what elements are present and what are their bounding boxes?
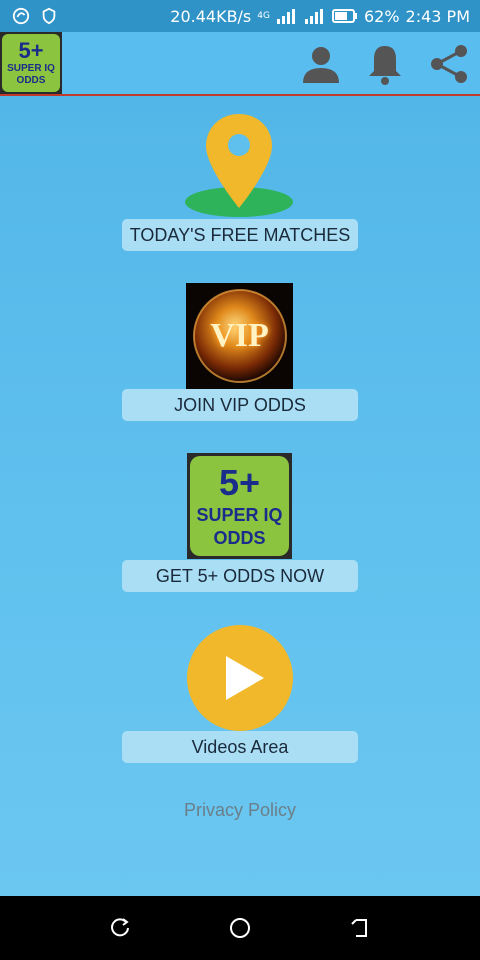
system-nav-bar <box>0 896 480 960</box>
signal-icon-2 <box>304 9 323 24</box>
bell-icon <box>369 46 401 85</box>
privacy-policy-link[interactable]: Privacy Policy <box>0 800 480 821</box>
app-logo: 5+ SUPER IQ ODDS <box>0 32 62 94</box>
notifications-button[interactable] <box>362 41 408 87</box>
app-bar-actions <box>298 40 472 88</box>
app-notification-icon <box>12 7 30 25</box>
share-button[interactable] <box>426 41 472 87</box>
home-icon <box>230 918 250 938</box>
join-vip-button[interactable]: JOIN VIP ODDS <box>122 389 358 421</box>
status-bar: 20.44KB/s 4G 62% 2:43 PM <box>0 0 480 32</box>
recent-apps-button[interactable] <box>100 908 140 948</box>
clock: 2:43 PM <box>405 6 470 26</box>
odds-logo-line-3: ODDS <box>213 528 266 548</box>
app-bar: 5+ SUPER IQ ODDS <box>0 32 480 96</box>
logo-line-3: ODDS <box>16 75 46 86</box>
free-matches-button[interactable]: TODAY'S FREE MATCHES <box>122 219 358 251</box>
network-type-label: 4G <box>257 10 270 21</box>
play-icon[interactable] <box>186 624 294 732</box>
odds-logo-line-1: 5+ <box>218 462 261 503</box>
back-button[interactable] <box>340 908 380 948</box>
account-button[interactable] <box>298 41 344 87</box>
vip-image[interactable]: VIP <box>186 283 293 389</box>
map-pin-icon[interactable] <box>182 112 296 220</box>
battery-percent: 62% <box>363 6 400 26</box>
logo-line-2: SUPER IQ <box>7 63 55 74</box>
shield-icon <box>42 7 56 25</box>
get-odds-button[interactable]: GET 5+ ODDS NOW <box>122 560 358 592</box>
app-screen: 20.44KB/s 4G 62% 2:43 PM 5+ SUPER IQ ODD… <box>0 0 480 896</box>
signal-icon <box>276 9 295 24</box>
logo-line-1: 5+ <box>18 38 44 63</box>
back-icon <box>351 919 367 937</box>
odds-logo-line-2: SUPER IQ <box>196 505 283 525</box>
network-speed: 20.44KB/s <box>170 6 252 26</box>
battery-icon <box>331 9 357 23</box>
recent-apps-icon <box>111 918 129 937</box>
status-left <box>12 7 58 25</box>
home-button[interactable] <box>220 908 260 948</box>
videos-area-button[interactable]: Videos Area <box>122 731 358 763</box>
account-icon <box>303 47 339 83</box>
odds-logo-image[interactable]: 5+ SUPER IQ ODDS <box>187 453 292 559</box>
vip-image-text: VIP <box>210 317 269 354</box>
status-right: 20.44KB/s 4G 62% 2:43 PM <box>170 7 470 26</box>
share-icon <box>431 45 467 83</box>
